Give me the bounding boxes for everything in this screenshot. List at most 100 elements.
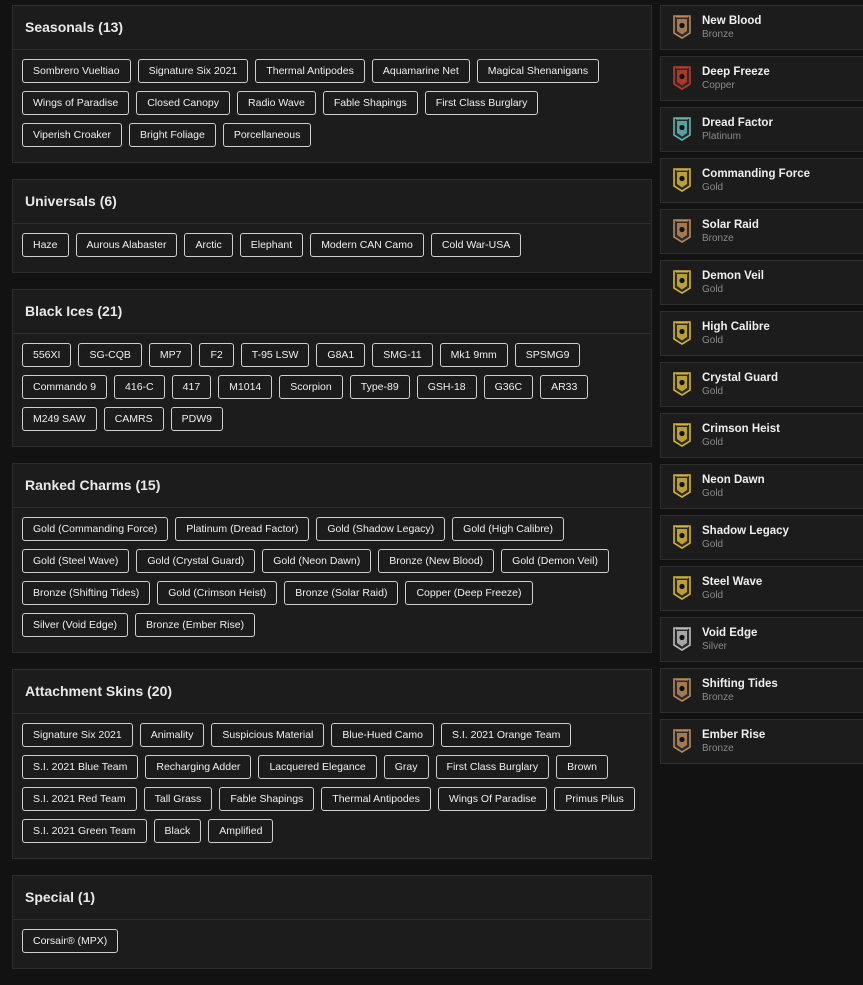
item-chip[interactable]: 416-C xyxy=(114,375,165,399)
item-chip[interactable]: Black xyxy=(153,819,202,843)
item-chip[interactable]: Suspicious Material xyxy=(211,723,325,747)
item-chip[interactable]: Porcellaneous xyxy=(222,123,312,147)
item-chip[interactable]: Gold (Crystal Guard) xyxy=(136,549,256,573)
item-chip[interactable]: Cold War-USA xyxy=(430,233,522,257)
rank-badge-icon xyxy=(673,525,691,549)
item-chip[interactable]: M249 SAW xyxy=(22,407,97,431)
charm-item-shifting-tides[interactable]: Shifting Tides Bronze xyxy=(660,668,863,713)
charm-tier: Copper xyxy=(702,80,735,91)
item-chip[interactable]: GSH-18 xyxy=(416,375,477,399)
item-chip[interactable]: Haze xyxy=(22,233,69,257)
item-chip[interactable]: S.I. 2021 Orange Team xyxy=(440,723,572,747)
charm-item-new-blood[interactable]: New Blood Bronze xyxy=(660,5,863,50)
item-chip[interactable]: Aurous Alabaster xyxy=(75,233,178,257)
item-chip[interactable]: Bronze (Solar Raid) xyxy=(284,581,399,605)
charm-item-crystal-guard[interactable]: Crystal Guard Gold xyxy=(660,362,863,407)
item-chip[interactable]: Signature Six 2021 xyxy=(137,59,249,83)
item-chip[interactable]: AR33 xyxy=(540,375,589,399)
item-chip[interactable]: Signature Six 2021 xyxy=(22,723,133,747)
item-chip[interactable]: Gold (Neon Dawn) xyxy=(262,549,372,573)
charm-name: Shadow Legacy xyxy=(702,525,789,537)
charm-name: High Calibre xyxy=(702,321,770,333)
charm-item-shadow-legacy[interactable]: Shadow Legacy Gold xyxy=(660,515,863,560)
item-chip[interactable]: SMG-11 xyxy=(372,343,433,367)
item-chip[interactable]: Scorpion xyxy=(279,375,343,399)
item-chip[interactable]: Aquamarine Net xyxy=(371,59,470,83)
item-chip[interactable]: SPSMG9 xyxy=(514,343,581,367)
item-chip[interactable]: Lacquered Elegance xyxy=(258,755,377,779)
item-chip[interactable]: Gold (Shadow Legacy) xyxy=(316,517,446,541)
item-chip[interactable]: F2 xyxy=(199,343,234,367)
item-chip[interactable]: Platinum (Dread Factor) xyxy=(175,517,310,541)
item-chip[interactable]: Magical Shenanigans xyxy=(476,59,600,83)
charm-tier: Gold xyxy=(702,590,724,601)
item-chip[interactable]: Radio Wave xyxy=(237,91,316,115)
item-chip[interactable]: Amplified xyxy=(208,819,274,843)
item-chip[interactable]: Wings of Paradise xyxy=(22,91,130,115)
item-chip[interactable]: Recharging Adder xyxy=(145,755,252,779)
charm-item-neon-dawn[interactable]: Neon Dawn Gold xyxy=(660,464,863,509)
item-chip[interactable]: 556XI xyxy=(22,343,72,367)
item-chip[interactable]: Animality xyxy=(139,723,205,747)
item-chip[interactable]: SG-CQB xyxy=(78,343,142,367)
charm-item-dread-factor[interactable]: Dread Factor Platinum xyxy=(660,107,863,152)
item-chip[interactable]: Gold (Steel Wave) xyxy=(22,549,130,573)
item-chip[interactable]: G36C xyxy=(483,375,534,399)
section-title: Attachment Skins (20) xyxy=(13,670,651,714)
item-chip[interactable]: First Class Burglary xyxy=(424,91,539,115)
item-chip[interactable]: Bronze (New Blood) xyxy=(378,549,495,573)
item-chip[interactable]: Copper (Deep Freeze) xyxy=(405,581,533,605)
item-chip[interactable]: 417 xyxy=(171,375,212,399)
item-chip[interactable]: Blue-Hued Camo xyxy=(331,723,434,747)
item-chip[interactable]: Viperish Croaker xyxy=(22,123,123,147)
item-chip[interactable]: Type-89 xyxy=(349,375,410,399)
item-chip[interactable]: First Class Burglary xyxy=(435,755,550,779)
item-chip[interactable]: Modern CAN Camo xyxy=(310,233,424,257)
item-chip[interactable]: Gold (Demon Veil) xyxy=(501,549,609,573)
charm-item-steel-wave[interactable]: Steel Wave Gold xyxy=(660,566,863,611)
item-chip[interactable]: M1014 xyxy=(218,375,273,399)
item-chip[interactable]: Wings Of Paradise xyxy=(437,787,548,811)
item-chip[interactable]: S.I. 2021 Blue Team xyxy=(22,755,139,779)
charm-item-commanding-force[interactable]: Commanding Force Gold xyxy=(660,158,863,203)
rank-badge-icon xyxy=(673,168,691,192)
charm-item-demon-veil[interactable]: Demon Veil Gold xyxy=(660,260,863,305)
item-chip[interactable]: Bronze (Ember Rise) xyxy=(135,613,256,637)
item-chip[interactable]: S.I. 2021 Green Team xyxy=(22,819,147,843)
item-chip[interactable]: Gold (High Calibre) xyxy=(452,517,565,541)
item-chip[interactable]: Mk1 9mm xyxy=(439,343,508,367)
item-chip[interactable]: Gold (Crimson Heist) xyxy=(157,581,278,605)
item-chip[interactable]: Fable Shapings xyxy=(219,787,315,811)
charm-item-void-edge[interactable]: Void Edge Silver xyxy=(660,617,863,662)
charm-item-deep-freeze[interactable]: Deep Freeze Copper xyxy=(660,56,863,101)
item-chip[interactable]: G8A1 xyxy=(316,343,366,367)
item-chip[interactable]: Thermal Antipodes xyxy=(321,787,431,811)
item-chip[interactable]: Commando 9 xyxy=(22,375,108,399)
item-chip[interactable]: T-95 LSW xyxy=(240,343,310,367)
charm-item-ember-rise[interactable]: Ember Rise Bronze xyxy=(660,719,863,764)
item-chip[interactable]: Elephant xyxy=(239,233,304,257)
item-chip[interactable]: Arctic xyxy=(184,233,233,257)
item-chip[interactable]: Sombrero Vueltiao xyxy=(22,59,131,83)
item-chip[interactable]: Thermal Antipodes xyxy=(255,59,365,83)
charm-item-crimson-heist[interactable]: Crimson Heist Gold xyxy=(660,413,863,458)
item-chip[interactable]: Bright Foliage xyxy=(129,123,216,147)
item-chip-list: Haze Aurous Alabaster Arctic Elephant Modern… xyxy=(13,224,651,272)
charm-name: Crimson Heist xyxy=(702,423,780,435)
rank-badge-icon xyxy=(673,117,691,141)
item-chip[interactable]: Gold (Commanding Force) xyxy=(22,517,169,541)
item-chip[interactable]: MP7 xyxy=(148,343,193,367)
item-chip[interactable]: S.I. 2021 Red Team xyxy=(22,787,137,811)
charm-item-solar-raid[interactable]: Solar Raid Bronze xyxy=(660,209,863,254)
item-chip[interactable]: PDW9 xyxy=(170,407,223,431)
item-chip[interactable]: Bronze (Shifting Tides) xyxy=(22,581,151,605)
item-chip[interactable]: Silver (Void Edge) xyxy=(22,613,129,637)
item-chip[interactable]: Tall Grass xyxy=(143,787,213,811)
item-chip[interactable]: Fable Shapings xyxy=(322,91,418,115)
item-chip[interactable]: Closed Canopy xyxy=(136,91,231,115)
item-chip[interactable]: CAMRS xyxy=(103,407,164,431)
item-chip[interactable]: Primus Pilus xyxy=(554,787,635,811)
charm-item-high-calibre[interactable]: High Calibre Gold xyxy=(660,311,863,356)
item-chip[interactable]: Gray xyxy=(383,755,429,779)
item-chip[interactable]: Brown xyxy=(556,755,608,779)
